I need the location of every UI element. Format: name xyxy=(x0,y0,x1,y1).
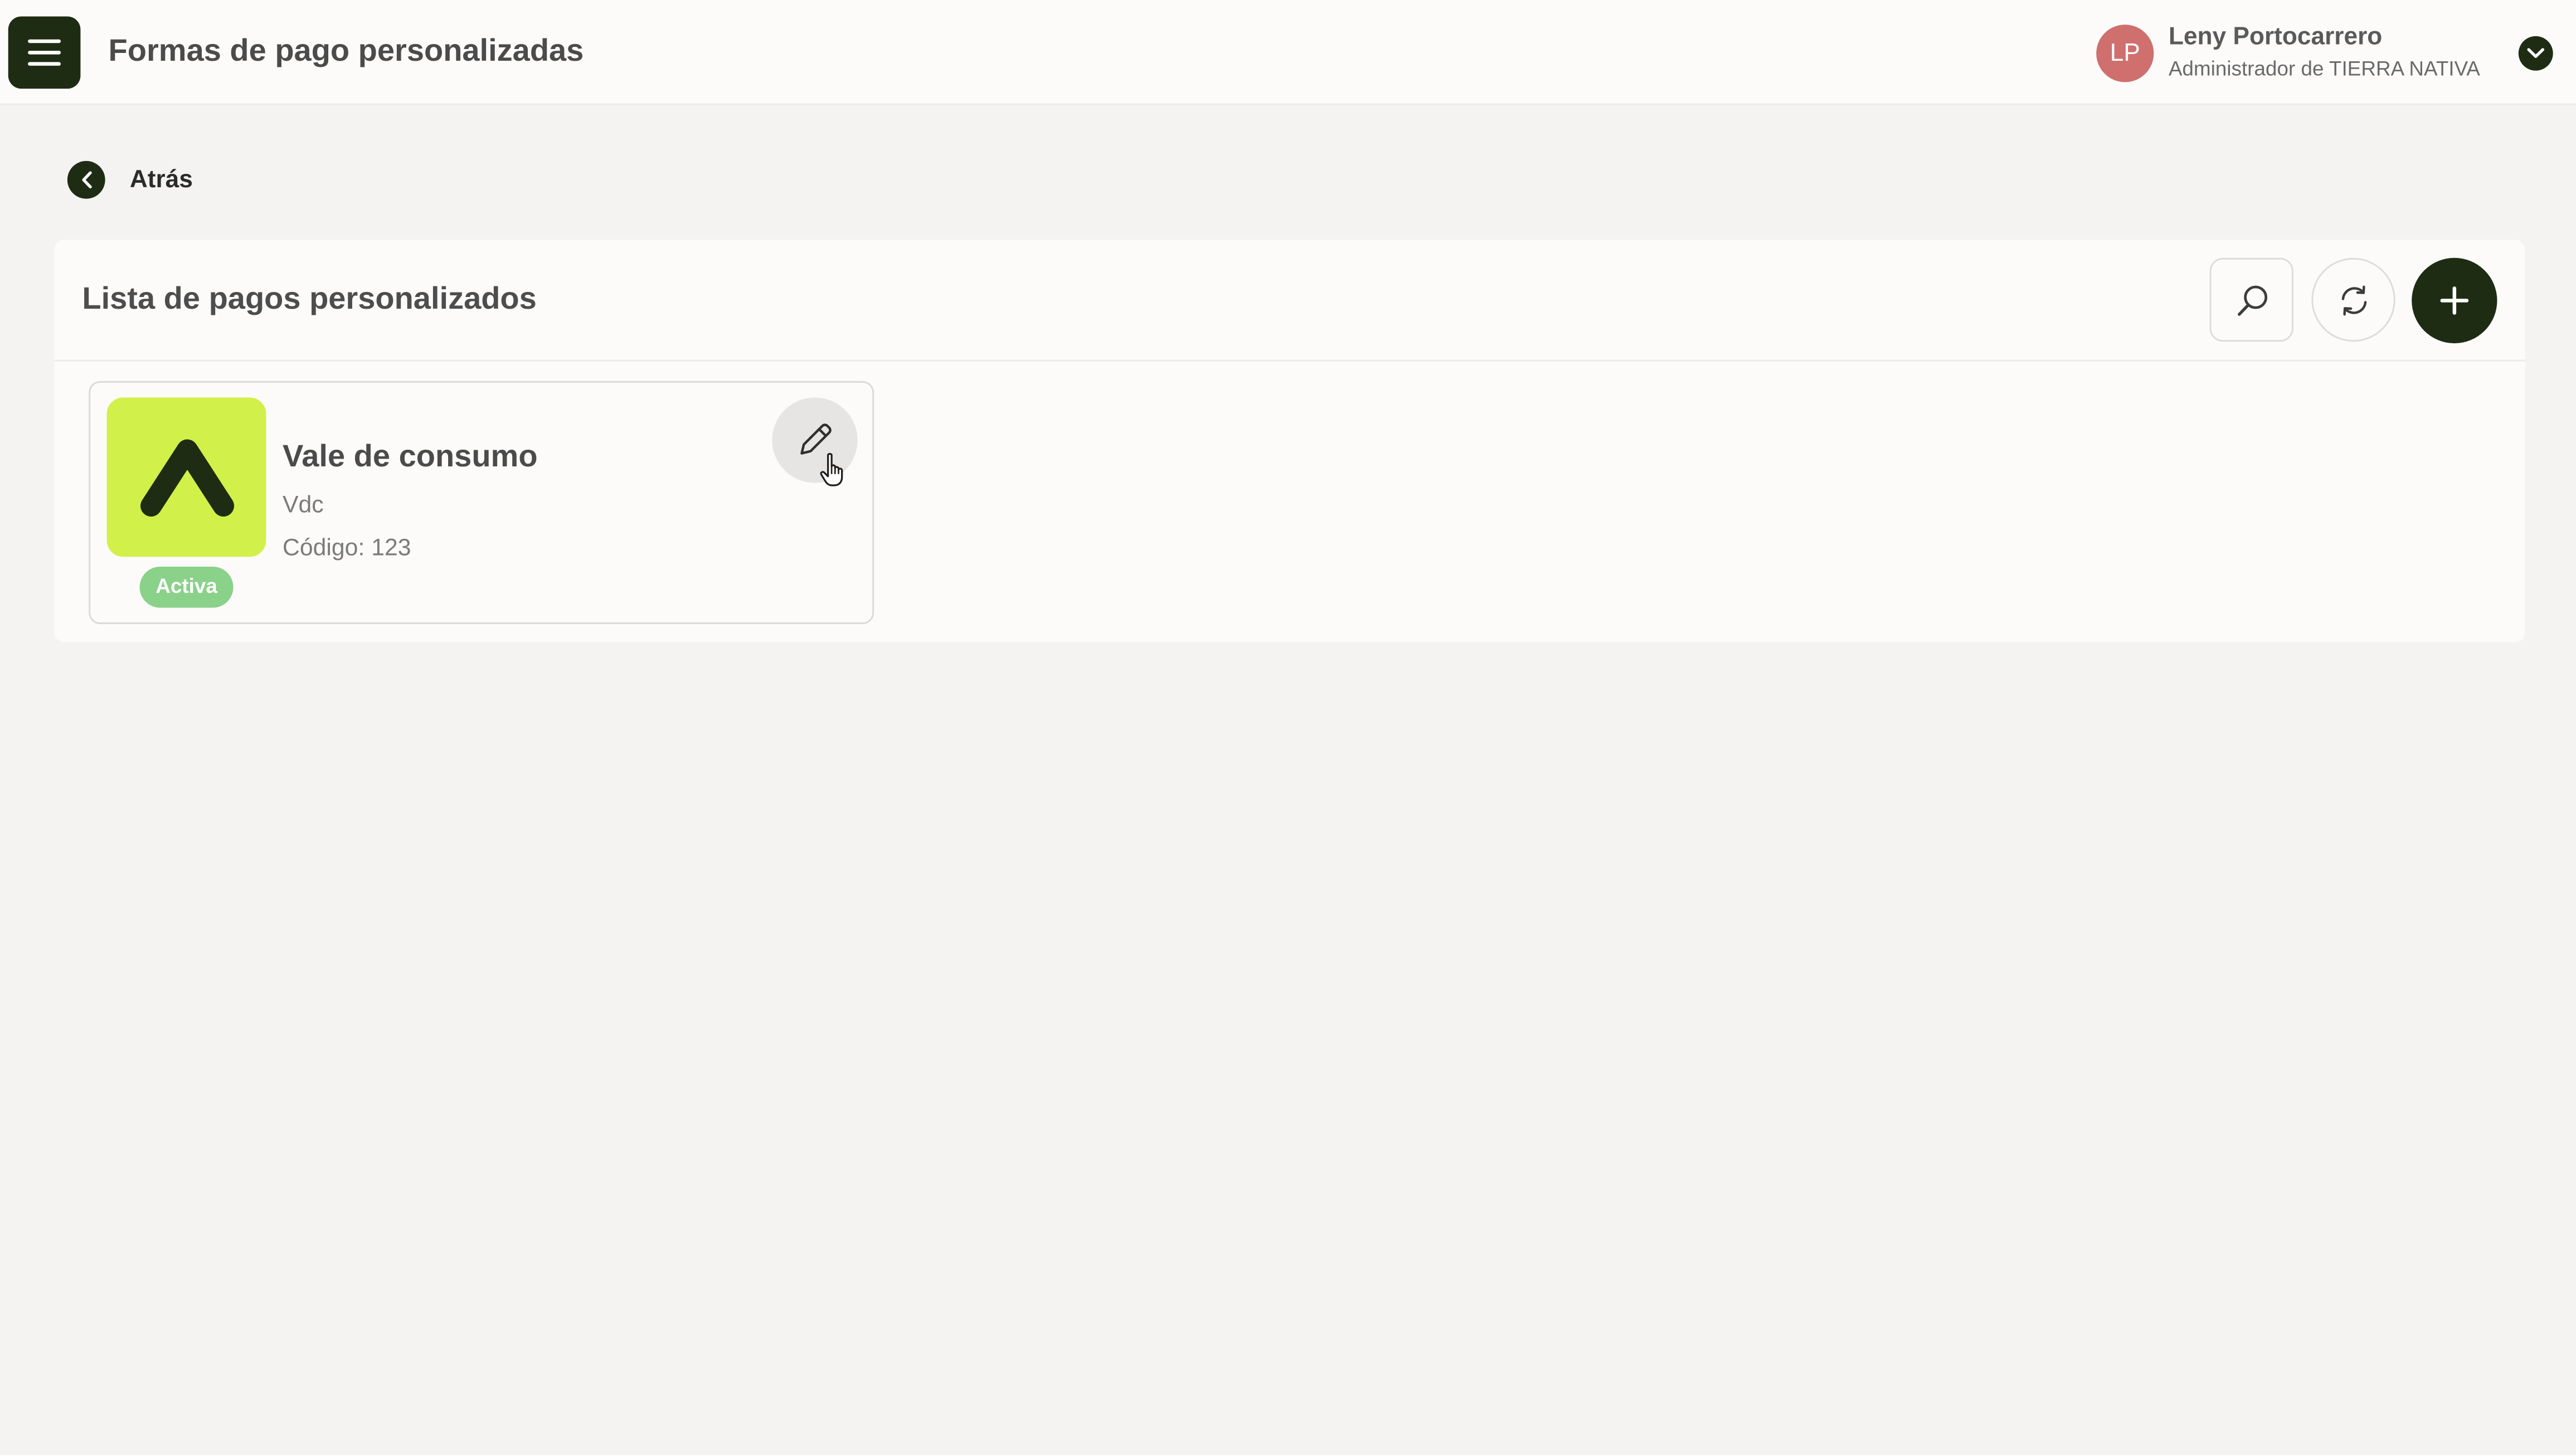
avatar: LP xyxy=(2096,25,2154,82)
chevron-left-icon xyxy=(81,170,91,188)
payment-name: Vale de consumo xyxy=(283,440,538,475)
panel-header: Lista de pagos personalizados xyxy=(54,240,2525,362)
app-window: Formas de pago personalizadas LP Leny Po… xyxy=(0,0,2576,1455)
plus-icon xyxy=(2440,286,2469,315)
payment-logo xyxy=(106,397,266,557)
payment-method-card[interactable]: Activa Vale de consumo Vdc Código: 123 xyxy=(89,381,874,625)
add-payment-button[interactable] xyxy=(2412,257,2497,344)
back-link[interactable]: Atrás xyxy=(67,159,193,199)
hamburger-menu-icon xyxy=(28,39,61,66)
page-title: Formas de pago personalizadas xyxy=(108,34,584,69)
user-role: Administrador de TIERRA NATIVA xyxy=(2168,57,2481,81)
refresh-button[interactable] xyxy=(2311,257,2395,342)
user-name: Leny Portocarrero xyxy=(2168,23,2383,51)
hand-cursor-icon xyxy=(820,452,843,486)
chevron-down-icon xyxy=(2527,48,2545,59)
payments-list-panel: Lista de pagos personalizados Activa Val… xyxy=(54,240,2525,642)
status-badge: Activa xyxy=(139,566,234,608)
menu-button[interactable] xyxy=(8,16,81,89)
top-bar: Formas de pago personalizadas LP Leny Po… xyxy=(0,0,2576,105)
back-button[interactable] xyxy=(67,160,105,198)
brand-logo-icon xyxy=(139,439,234,516)
payment-number: Código: 123 xyxy=(283,535,411,562)
search-icon xyxy=(2237,285,2267,315)
payment-code: Vdc xyxy=(283,493,324,519)
panel-title: Lista de pagos personalizados xyxy=(82,283,537,317)
refresh-icon xyxy=(2341,284,2366,315)
search-button[interactable] xyxy=(2209,257,2293,342)
user-menu-toggle[interactable] xyxy=(2518,36,2553,71)
back-label[interactable]: Atrás xyxy=(130,165,193,193)
